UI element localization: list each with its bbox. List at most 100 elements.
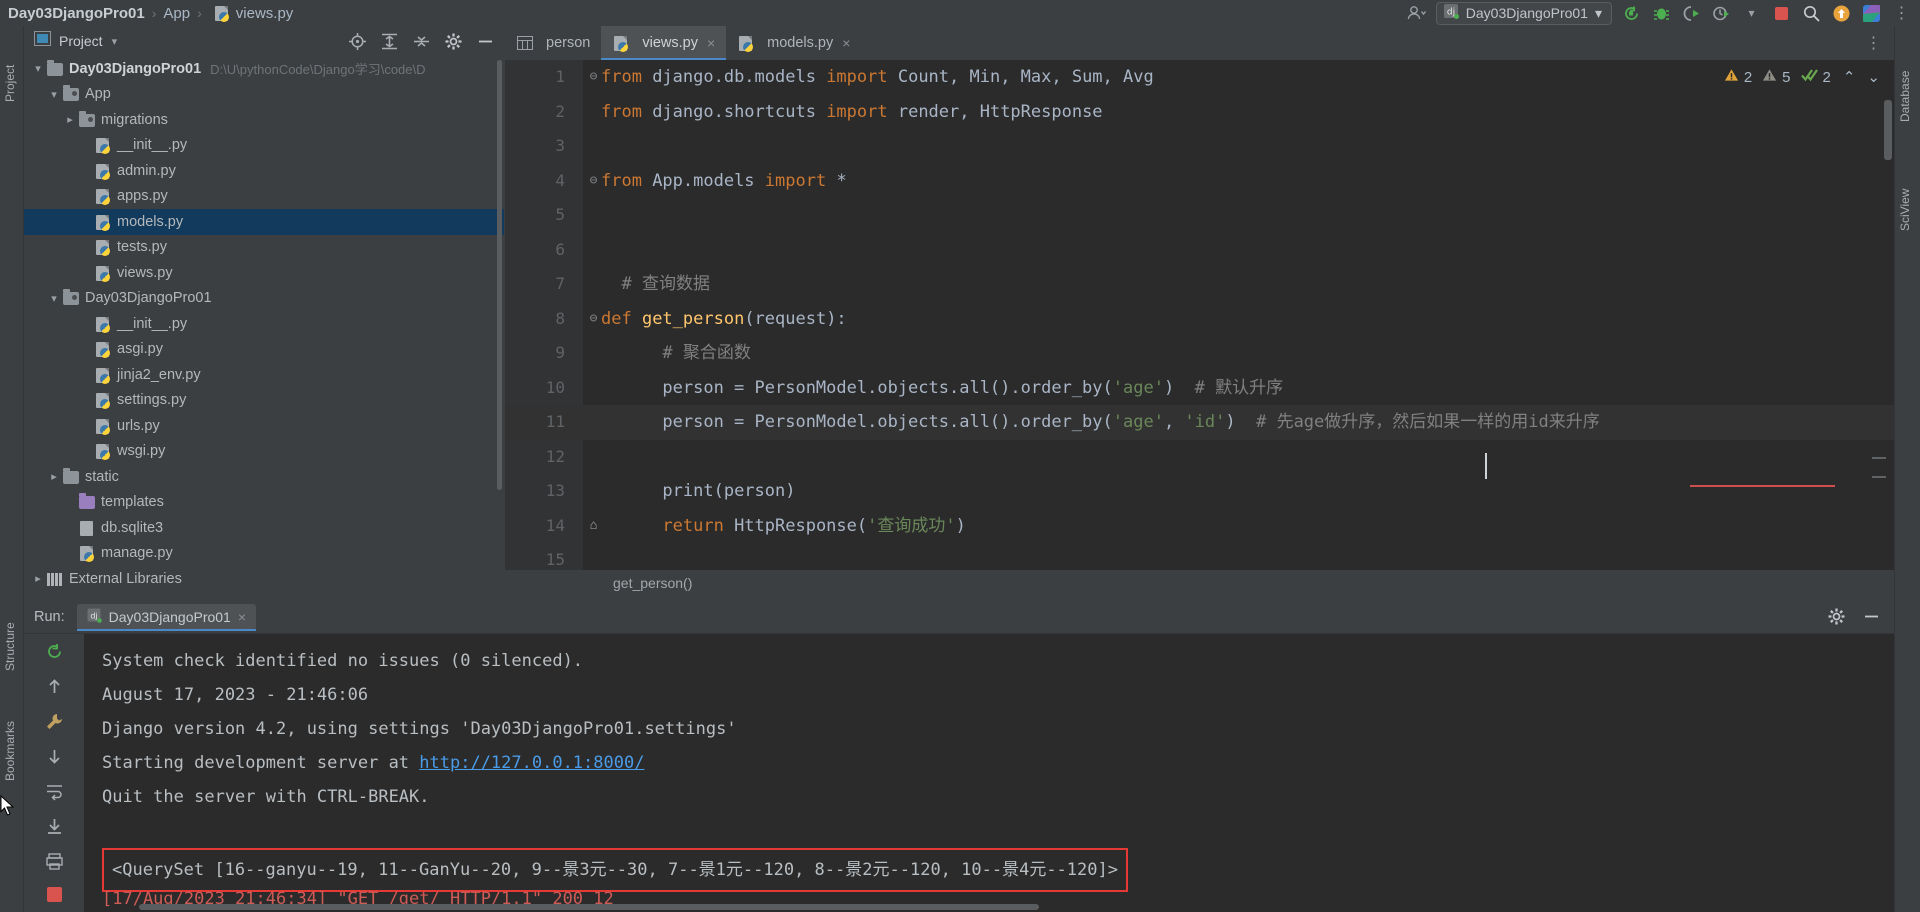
rerun-icon[interactable] (1621, 3, 1642, 24)
server-url-link[interactable]: http://127.0.0.1:8000/ (419, 753, 644, 773)
breadcrumb-folder[interactable]: App (163, 5, 190, 22)
tree-item--init-py[interactable]: __init__.py (24, 311, 504, 337)
chevron-right-icon[interactable]: ▸ (62, 112, 78, 128)
settings-icon[interactable] (443, 31, 464, 52)
close-icon[interactable]: × (707, 35, 715, 51)
tree-item-db-sqlite3[interactable]: db.sqlite3 (24, 515, 504, 541)
console-horizontal-scrollbar[interactable] (84, 903, 1894, 912)
settings-icon[interactable] (1826, 606, 1847, 627)
tree-item--init-py[interactable]: __init__.py (24, 133, 504, 159)
sidebar-item-sciview[interactable]: SciView (1898, 141, 1920, 231)
chevron-down-icon[interactable]: ▾ (46, 86, 62, 102)
sidebar-item-database[interactable]: Database (1898, 32, 1920, 122)
collapse-all-icon[interactable] (411, 31, 432, 52)
chevron-down-icon[interactable]: ▾ (112, 35, 118, 48)
ide-icon[interactable] (1861, 3, 1882, 24)
tree-item-app[interactable]: ▾ App (24, 82, 504, 108)
tree-item-views-py[interactable]: views.py (24, 260, 504, 286)
scroll-up-icon[interactable] (44, 677, 65, 696)
chevron-down-icon-2[interactable]: ▾ (1741, 3, 1762, 24)
tree-item-tests-py[interactable]: tests.py (24, 235, 504, 261)
tab-models-py[interactable]: models.py × (726, 26, 861, 60)
more-icon[interactable]: ⋮ (1863, 33, 1884, 54)
editor-scrollbar[interactable] (1884, 100, 1892, 160)
project-tree[interactable]: ▾ Day03DjangoPro01 D:\U\pythonCode\Django学… (24, 56, 504, 596)
expand-all-icon[interactable] (379, 31, 400, 52)
tab-person[interactable]: person (505, 26, 601, 60)
tree-item-day03djangopro01[interactable]: ▾ Day03DjangoPro01 D:\U\pythonCode\Django学… (24, 56, 504, 82)
code-line-9[interactable]: 9 # 聚合函数 (505, 336, 1894, 371)
tree-item-admin-py[interactable]: admin.py (24, 158, 504, 184)
close-icon[interactable]: × (238, 609, 246, 625)
console-output[interactable]: System check identified no issues (0 sil… (84, 634, 1894, 912)
project-tree-scrollbar[interactable] (495, 60, 504, 504)
fold-toggle-icon[interactable]: ⊖ (587, 302, 600, 337)
code-line-10[interactable]: 10 person = PersonModel.objects.all().or… (505, 371, 1894, 406)
tree-item-jinja2-env-py[interactable]: jinja2_env.py (24, 362, 504, 388)
breadcrumb-project[interactable]: Day03DjangoPro01 (8, 5, 145, 22)
stop-icon[interactable] (1771, 3, 1792, 24)
close-icon[interactable]: × (842, 35, 850, 51)
profile-icon[interactable] (1711, 3, 1732, 24)
run-coverage-icon[interactable] (1681, 3, 1702, 24)
code-line-14[interactable]: 14 ⌂ return HttpResponse('查询成功') (505, 509, 1894, 544)
debug-icon[interactable] (1651, 3, 1672, 24)
chevron-down-icon[interactable]: ▾ (1595, 5, 1602, 22)
code-line-5[interactable]: 5 (505, 198, 1894, 233)
soft-wrap-icon[interactable] (44, 782, 65, 801)
tree-item-templates[interactable]: templates (24, 490, 504, 516)
run-tab[interactable]: dj Day03DjangoPro01 × (76, 603, 257, 631)
more-icon[interactable]: ⋮ (1891, 3, 1912, 24)
tree-item-apps-py[interactable]: apps.py (24, 184, 504, 210)
tree-item-day03djangopro01[interactable]: ▾ Day03DjangoPro01 (24, 286, 504, 312)
tree-item-static[interactable]: ▸ static (24, 464, 504, 490)
code-line-13[interactable]: 13 print(person) (505, 474, 1894, 509)
inspection-widget[interactable]: 2 5 2 ⌃ ⌄ (1724, 68, 1880, 86)
hide-panel-icon[interactable] (475, 31, 496, 52)
tab-views-py[interactable]: views.py × (601, 26, 727, 60)
fold-toggle-icon[interactable]: ⊖ (587, 164, 600, 199)
fold-toggle-icon[interactable]: ⊖ (587, 60, 600, 95)
code-line-4[interactable]: 4 ⊖ from App.models import * (505, 164, 1894, 199)
breadcrumb-file[interactable]: views.py (236, 5, 294, 22)
project-panel-title[interactable]: Project (59, 33, 103, 49)
chevron-down-icon[interactable]: ⌄ (1867, 68, 1880, 86)
code-line-6[interactable]: 6 (505, 233, 1894, 268)
code-line-7[interactable]: 7 # 查询数据 (505, 267, 1894, 302)
editor-tab-bar[interactable]: person views.py × models.py × ⋮ (505, 26, 1894, 60)
tree-item-asgi-py[interactable]: asgi.py (24, 337, 504, 363)
tree-item-urls-py[interactable]: urls.py (24, 413, 504, 439)
chevron-down-icon[interactable]: ▾ (30, 61, 46, 77)
tree-item-models-py[interactable]: models.py (24, 209, 504, 235)
code-line-8[interactable]: 8 ⊖ def get_person(request): (505, 302, 1894, 337)
tree-item-scratches-and-consoles[interactable]: ▸Scratches and Consoles (24, 592, 504, 597)
scroll-down-icon[interactable] (44, 747, 65, 766)
fold-toggle-icon[interactable]: ⌂ (587, 509, 600, 544)
tree-item-migrations[interactable]: ▸ migrations (24, 107, 504, 133)
chevron-down-icon[interactable]: ▾ (46, 290, 62, 306)
print-icon[interactable] (44, 852, 65, 871)
tree-item-manage-py[interactable]: manage.py (24, 541, 504, 567)
hide-panel-icon[interactable] (1861, 606, 1882, 627)
wrench-icon[interactable] (44, 712, 65, 731)
tree-item-wsgi-py[interactable]: wsgi.py (24, 439, 504, 465)
code-line-12[interactable]: 12 (505, 440, 1894, 475)
code-area[interactable]: 1 ⊖ from django.db.models import Count, Mi… (505, 60, 1894, 596)
stop-icon[interactable] (44, 887, 65, 902)
code-lines[interactable]: 1 ⊖ from django.db.models import Count, Mi… (505, 60, 1894, 596)
chevron-right-icon[interactable]: ▸ (46, 469, 62, 485)
locate-icon[interactable] (347, 31, 368, 52)
run-configuration-selector[interactable]: dj Day03DjangoPro01 ▾ (1435, 1, 1612, 25)
tree-item-external-libraries[interactable]: ▸ External Libraries (24, 566, 504, 592)
tree-item-settings-py[interactable]: settings.py (24, 388, 504, 414)
rerun-icon[interactable] (44, 642, 65, 661)
code-line-11[interactable]: 11 person = PersonModel.objects.all().or… (505, 405, 1894, 440)
update-icon[interactable] (1831, 3, 1852, 24)
code-line-2[interactable]: 2 from django.shortcuts import render, Ht… (505, 95, 1894, 130)
chevron-right-icon[interactable]: ▸ (30, 571, 46, 587)
search-icon[interactable] (1801, 3, 1822, 24)
code-line-3[interactable]: 3 (505, 129, 1894, 164)
code-line-1[interactable]: 1 ⊖ from django.db.models import Count, Mi… (505, 60, 1894, 95)
user-icon[interactable] (1406, 3, 1427, 24)
scroll-to-end-icon[interactable] (44, 817, 65, 836)
